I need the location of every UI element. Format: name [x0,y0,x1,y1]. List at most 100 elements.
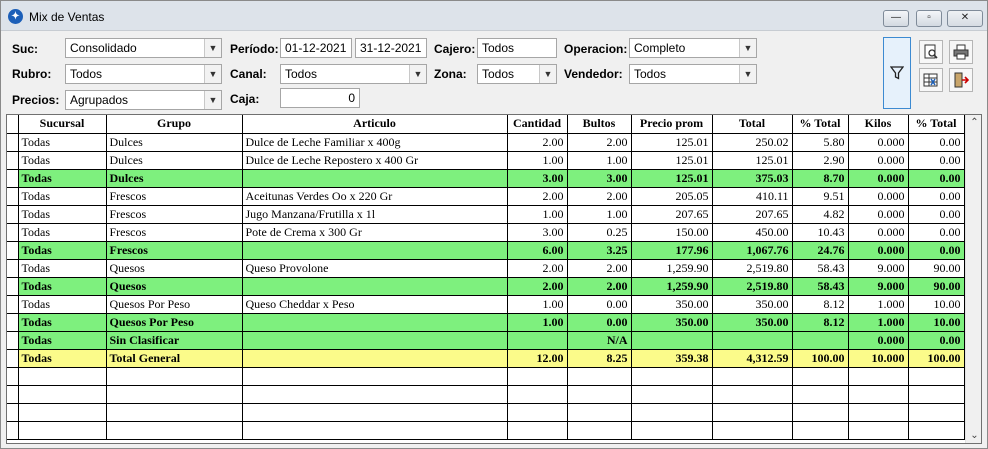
table-cell[interactable]: 3.00 [506,222,568,242]
table-cell[interactable]: 1.000 [847,312,909,332]
table-cell[interactable] [791,420,849,440]
table-cell[interactable]: 58.43 [791,258,849,278]
empty-row[interactable] [7,402,965,422]
close-button[interactable]: ✕ [947,10,983,27]
table-cell[interactable] [907,420,965,440]
table-cell[interactable]: 0.000 [847,222,909,242]
table-cell[interactable] [506,366,568,386]
table-cell[interactable] [105,402,243,422]
table-cell[interactable]: Todas [17,150,107,170]
table-cell[interactable] [241,420,508,440]
table-cell[interactable]: Todas [17,132,107,152]
table-cell[interactable]: 58.43 [791,276,849,296]
column-header[interactable]: % Total [907,115,965,134]
table-cell[interactable] [105,420,243,440]
table-cell[interactable]: 207.65 [711,204,793,224]
table-cell[interactable]: 12.00 [506,348,568,368]
table-cell[interactable]: Todas [17,168,107,188]
row-selector[interactable] [7,150,19,170]
table-cell[interactable] [711,402,793,422]
table-cell[interactable] [907,384,965,404]
row-selector[interactable] [7,186,19,206]
table-cell[interactable]: Frescos [105,222,243,242]
table-cell[interactable] [566,366,632,386]
print-button[interactable] [949,40,973,64]
table-row[interactable]: Todas Frescos Aceitunas Verdes Oo x 220 Gr… [7,186,965,206]
table-cell[interactable]: 2,519.80 [711,258,793,278]
table-row[interactable]: Todas Frescos Pote de Crema x 300 Gr 3.00 0.… [7,222,965,242]
table-cell[interactable]: Todas [17,204,107,224]
table-cell[interactable]: 4.82 [791,204,849,224]
cajero-input[interactable]: Todos [477,38,557,58]
table-cell[interactable]: Dulces [105,132,243,152]
column-header[interactable]: Precio prom [630,115,713,134]
table-cell[interactable]: 0.00 [907,330,965,350]
column-header[interactable]: Total [711,115,793,134]
table-cell[interactable]: 0.00 [907,168,965,188]
table-cell[interactable]: 125.01 [630,150,713,170]
table-cell[interactable]: 10.43 [791,222,849,242]
vendedor-select[interactable]: Todos ▼ [629,64,757,84]
row-selector[interactable] [7,132,19,152]
table-cell[interactable]: 125.01 [711,150,793,170]
table-cell[interactable]: 350.00 [630,312,713,332]
table-cell[interactable]: Queso Provolone [241,258,508,278]
table-cell[interactable] [630,366,713,386]
table-cell[interactable]: Pote de Crema x 300 Gr [241,222,508,242]
table-cell[interactable]: 0.00 [907,204,965,224]
table-cell[interactable] [566,402,632,422]
row-selector[interactable] [7,384,19,404]
row-selector[interactable] [7,168,19,188]
table-cell[interactable]: 350.00 [711,312,793,332]
table-cell[interactable]: 2.00 [506,186,568,206]
table-cell[interactable]: 90.00 [907,276,965,296]
table-cell[interactable] [241,276,508,296]
table-cell[interactable]: 207.65 [630,204,713,224]
row-selector[interactable] [7,348,19,368]
table-row[interactable]: Todas Dulces Dulce de Leche Familiar x 400… [7,132,965,152]
table-cell[interactable] [566,384,632,404]
table-cell[interactable] [105,366,243,386]
row-selector[interactable] [7,312,19,332]
table-cell[interactable]: 2.00 [566,186,632,206]
table-cell[interactable]: Todas [17,186,107,206]
table-cell[interactable] [907,402,965,422]
table-cell[interactable]: 0.00 [907,222,965,242]
table-cell[interactable]: 3.25 [566,240,632,260]
subtotal-row[interactable]: Todas Frescos 6.00 3.25 177.96 1,067.76 24.76 0… [7,240,965,260]
table-cell[interactable]: 1.00 [506,204,568,224]
table-cell[interactable]: 100.00 [791,348,849,368]
table-cell[interactable]: 0.000 [847,132,909,152]
table-cell[interactable]: 1,067.76 [711,240,793,260]
table-cell[interactable] [241,348,508,368]
subtotal-row[interactable]: Todas Sin Clasificar N/A 0.000 0.00 [7,330,965,350]
table-cell[interactable]: 8.12 [791,312,849,332]
table-cell[interactable]: Frescos [105,204,243,224]
table-cell[interactable] [711,366,793,386]
table-cell[interactable] [630,402,713,422]
table-cell[interactable] [506,420,568,440]
column-header[interactable]: Articulo [241,115,508,134]
table-cell[interactable]: Todas [17,222,107,242]
table-cell[interactable] [241,402,508,422]
row-selector[interactable] [7,204,19,224]
table-cell[interactable] [907,366,965,386]
table-cell[interactable] [711,330,793,350]
table-cell[interactable]: 10.00 [907,312,965,332]
row-selector[interactable] [7,330,19,350]
table-cell[interactable]: 6.00 [506,240,568,260]
table-cell[interactable]: 0.000 [847,168,909,188]
column-header[interactable]: Cantidad [506,115,568,134]
caja-input[interactable]: 0 [280,88,360,108]
maximize-button[interactable]: ▫ [916,10,942,27]
table-cell[interactable]: Dulce de Leche Familiar x 400g [241,132,508,152]
table-cell[interactable]: 350.00 [630,294,713,314]
table-cell[interactable] [711,420,793,440]
table-cell[interactable] [17,366,107,386]
column-header[interactable]: Grupo [105,115,243,134]
row-selector[interactable] [7,258,19,278]
column-header[interactable]: % Total [791,115,849,134]
table-cell[interactable]: 0.00 [566,294,632,314]
empty-row[interactable] [7,366,965,386]
table-cell[interactable]: 2,519.80 [711,276,793,296]
